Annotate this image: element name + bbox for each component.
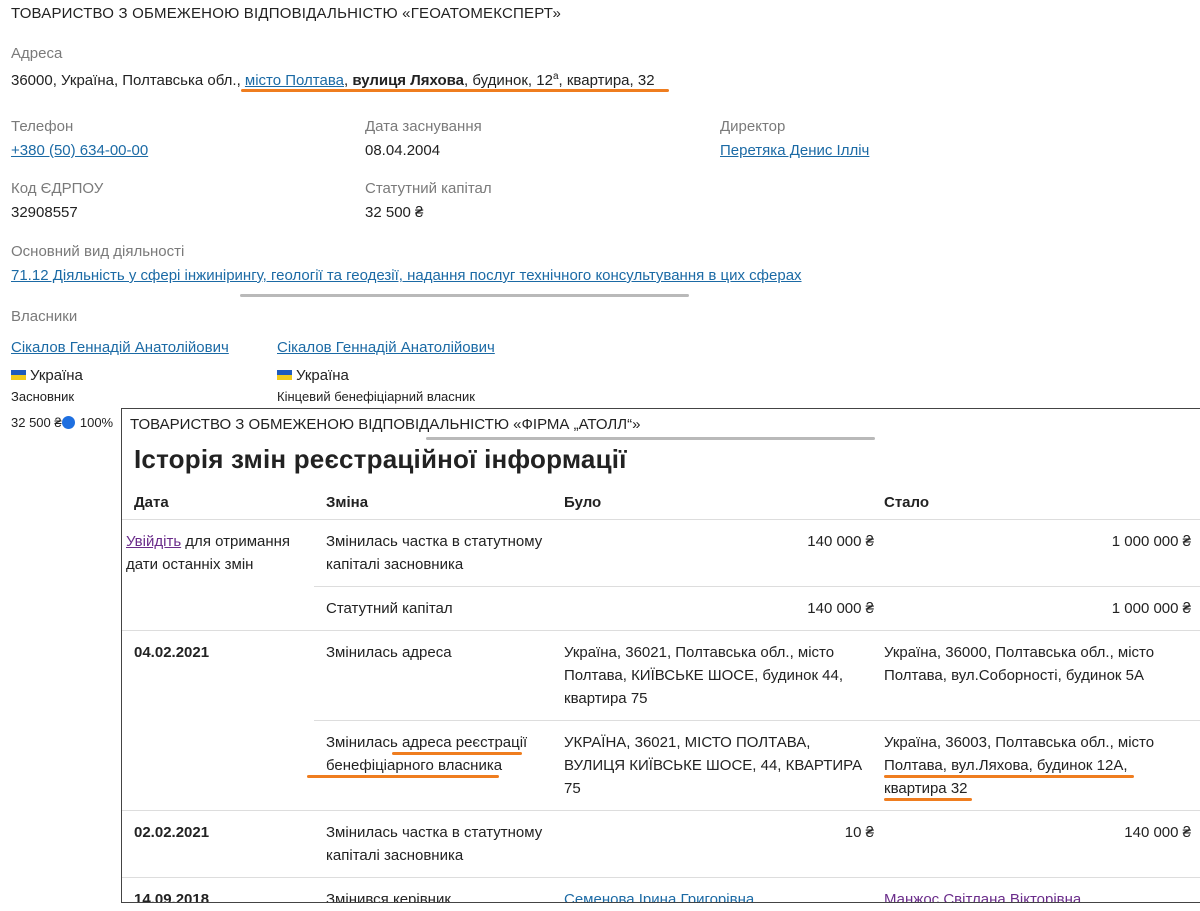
history-header-row: Дата Зміна Було Стало [122,487,1200,520]
change-highlight-1 [392,752,522,755]
company-name: ТОВАРИСТВО З ОБМЕЖЕНОЮ ВІДПОВІДАЛЬНІСТЮ … [11,5,562,22]
director-link[interactable]: Перетяка Денис Ілліч [720,142,869,159]
change-highlight-2 [307,775,499,778]
date-cell: 04.02.2021 [122,630,314,811]
history-company-name: ТОВАРИСТВО З ОБМЕЖЕНОЮ ВІДПОВІДАЛЬНІСТЮ … [130,416,641,433]
beneficiary-role: Кінцевий бенефіціарний власник [277,389,475,404]
table-row: Увійдіть для отримання дати останніх змі… [122,519,1200,631]
owner-share-percent: 100% [79,415,114,430]
login-cell: Увійдіть для отримання дати останніх змі… [122,519,314,631]
address-apartment: , квартира, 32 [558,72,655,89]
login-link[interactable]: Увійдіть [126,533,181,550]
date-cell: 02.02.2021 [122,810,314,878]
address-street: вулиця Ляхова [352,72,465,89]
change-cell: Змінився керівник [314,877,564,902]
was-cell: УКРАЇНА, 36021, МІСТО ПОЛТАВА, ВУЛИЦЯ КИ… [564,720,884,811]
col-change: Зміна [314,487,564,520]
was-cell: Семенова Ірина Григорівна [564,877,884,902]
beneficiary-country: Україна [277,367,349,384]
owner-share-amount: 32 500 ₴ [11,415,62,430]
address-prefix: 36000, Україна, Полтавська обл., [11,72,245,89]
now-highlight-2 [884,798,972,801]
history-table: Дата Зміна Було Стало Увійдіть для отрим… [122,487,1200,902]
owner-country: Україна [11,367,83,384]
address-building: , будинок, 12 [464,72,553,89]
address-value: 36000, Україна, Полтавська обл., місто П… [11,71,655,89]
col-date: Дата [122,487,314,520]
activity-highlight [240,294,689,297]
city-link[interactable]: місто Полтава [245,72,344,89]
edrpou-value: 32908557 [11,204,78,221]
now-person-link[interactable]: Манжос Світлана Вікторівна [884,891,1081,902]
col-was: Було [564,487,884,520]
change-cell: Статутний капітал [314,586,564,631]
was-cell: 10 ₴ [564,810,884,878]
capital-label: Статутний капітал [365,180,492,197]
phone-label: Телефон [11,118,74,135]
ukraine-flag-icon [277,370,292,380]
change-cell: Змінилась частка в статутному капіталі з… [314,519,564,587]
was-cell: 140 000 ₴ [564,519,884,587]
founded-value: 08.04.2004 [365,142,441,159]
director-label: Директор [720,118,786,135]
was-cell: Україна, 36021, Полтавська обл., місто П… [564,630,884,721]
address-highlight [241,89,669,92]
owner-country-text: Україна [30,367,83,384]
date-cell: 14.09.2018 [122,877,314,902]
address-label: Адреса [11,45,63,62]
history-panel: ТОВАРИСТВО З ОБМЕЖЕНОЮ ВІДПОВІДАЛЬНІСТЮ … [121,408,1200,903]
change-cell: Змінилась частка в статутному капіталі з… [314,810,564,878]
col-now: Стало [884,487,1200,520]
phone-link[interactable]: +380 (50) 634-00-00 [11,142,148,159]
table-row: 04.02.2021 Змінилась адреса Україна, 360… [122,630,1200,811]
history-title: Історія змін реєстраційної інформації [134,444,627,474]
history-company-highlight [426,437,875,440]
owners-label: Власники [11,308,78,325]
founded-label: Дата заснування [365,118,482,135]
beneficiary-country-text: Україна [296,367,349,384]
share-dot-icon [62,416,76,429]
edrpou-label: Код ЄДРПОУ [11,180,104,197]
owner-share: 32 500 ₴ 100% [11,415,113,430]
owner-role: Засновник [11,389,75,404]
beneficiary-link[interactable]: Сікалов Геннадій Анатолійович [277,339,495,356]
now-cell: 1 000 000 ₴ [884,586,1200,631]
now-cell: 1 000 000 ₴ [884,519,1200,587]
was-person-link[interactable]: Семенова Ірина Григорівна [564,891,754,902]
now-cell: Україна, 36003, Полтавська обл., місто П… [884,720,1200,811]
change-cell: Змінилась адреса [314,630,564,721]
activity-link[interactable]: 71.12 Діяльність у сфері інжинірингу, ге… [11,267,802,284]
now-cell: Україна, 36000, Полтавська обл., місто П… [884,630,1200,721]
capital-value: 32 500 ₴ [365,204,424,221]
activity-label: Основний вид діяльності [11,243,185,260]
now-text: Україна, 36003, Полтавська обл., місто П… [884,734,1155,797]
ukraine-flag-icon [11,370,26,380]
owner-link[interactable]: Сікалов Геннадій Анатолійович [11,339,229,356]
change-cell: Змінилась адреса реєстрації бенефіціарно… [307,720,564,811]
now-cell: Манжос Світлана Вікторівна [884,877,1200,902]
now-cell: 140 000 ₴ [884,810,1200,878]
table-row: 02.02.2021 Змінилась частка в статутному… [122,810,1200,878]
table-row: 14.09.2018 Змінився керівник Семенова Ір… [122,877,1200,902]
now-highlight-1 [884,775,1134,778]
was-cell: 140 000 ₴ [564,586,884,631]
